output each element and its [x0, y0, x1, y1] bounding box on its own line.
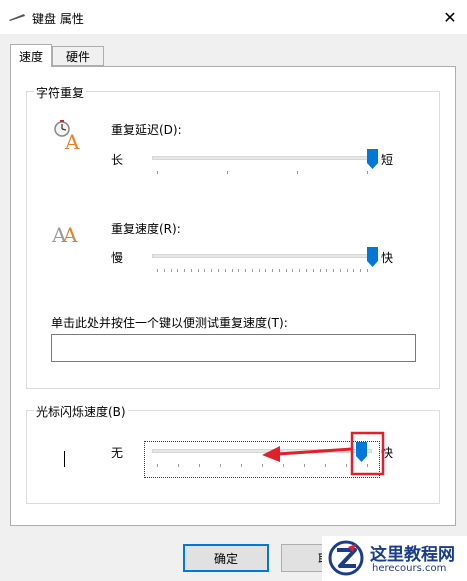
slider-tick: [367, 171, 368, 174]
repeat-test-label: 单击此处并按住一个键以便测试重复速度(T):: [51, 316, 288, 330]
cursor-blink-max-label: 快: [381, 446, 394, 460]
slider-tick: [211, 269, 212, 272]
slider-tick: [320, 269, 321, 272]
cursor-preview: [64, 451, 65, 467]
slider-tick: [245, 269, 246, 272]
repeat-delay-slider-track[interactable]: [152, 156, 372, 160]
tab-hardware[interactable]: 硬件: [52, 46, 104, 66]
repeat-delay-min-label: 长: [111, 153, 124, 167]
slider-tick: [325, 464, 326, 467]
slider-tick: [262, 464, 263, 467]
slider-tick: [326, 269, 327, 272]
slider-tick: [252, 269, 253, 272]
slider-tick: [227, 171, 228, 174]
slider-tick: [367, 464, 368, 467]
cursor-blink-legend: 光标闪烁速度(B): [34, 403, 128, 420]
slider-tick: [232, 269, 233, 272]
slider-tick: [259, 269, 260, 272]
watermark-title: 这里教程网: [370, 545, 455, 565]
svg-text:A: A: [64, 130, 80, 151]
window-title: 键盘 属性: [32, 12, 84, 26]
slider-tick: [191, 269, 192, 272]
slider-tick: [238, 269, 239, 272]
ok-button[interactable]: 确定: [183, 544, 269, 572]
slider-tick: [347, 269, 348, 272]
slider-tick: [279, 269, 280, 272]
repeat-delay-label: 重复延迟(D):: [111, 123, 182, 137]
repeat-rate-icon: A A: [52, 223, 78, 246]
watermark-url: herecours.com: [372, 563, 447, 574]
slider-tick: [178, 464, 179, 467]
close-icon: ✕: [443, 7, 457, 27]
slider-tick: [333, 269, 334, 272]
slider-tick: [220, 464, 221, 467]
slider-tick: [340, 269, 341, 272]
svg-text:A: A: [62, 223, 78, 246]
slider-tick: [157, 269, 158, 272]
slider-tick: [184, 269, 185, 272]
repeat-rate-slider-thumb[interactable]: [367, 247, 378, 267]
slider-tick: [265, 269, 266, 272]
slider-tick: [313, 269, 314, 272]
slider-tick: [204, 269, 205, 272]
slider-tick: [198, 269, 199, 272]
close-button[interactable]: ✕: [433, 0, 467, 34]
slider-tick: [272, 269, 273, 272]
tab-speed[interactable]: 速度: [10, 44, 52, 67]
slider-tick: [157, 171, 158, 174]
slider-tick: [241, 464, 242, 467]
cursor-blink-slider-track[interactable]: [152, 449, 372, 453]
slider-tick: [286, 269, 287, 272]
slider-tick: [304, 464, 305, 467]
keyboard-icon: [9, 14, 25, 21]
slider-tick: [157, 464, 158, 467]
slider-tick: [346, 464, 347, 467]
watermark: 这里教程网 herecours.com: [322, 536, 467, 581]
repeat-delay-slider-thumb[interactable]: [367, 149, 378, 169]
slider-tick: [292, 269, 293, 272]
slider-tick: [164, 269, 165, 272]
slider-tick: [360, 269, 361, 272]
watermark-logo-icon: [328, 540, 364, 576]
repeat-delay-icon: A: [54, 120, 80, 151]
char-repeat-legend: 字符重复: [34, 84, 87, 101]
slider-tick: [306, 269, 307, 272]
slider-tick: [283, 464, 284, 467]
slider-tick: [353, 269, 354, 272]
repeat-test-input[interactable]: [51, 334, 416, 362]
slider-tick: [199, 464, 200, 467]
repeat-rate-max-label: 快: [381, 251, 394, 265]
repeat-rate-min-label: 慢: [111, 251, 124, 265]
slider-tick: [218, 269, 219, 272]
slider-tick: [297, 171, 298, 174]
cursor-blink-min-label: 无: [111, 446, 124, 460]
slider-tick: [299, 269, 300, 272]
slider-tick: [171, 269, 172, 272]
slider-tick: [225, 269, 226, 272]
slider-tick: [177, 269, 178, 272]
cursor-blink-focus-rect: [144, 441, 380, 478]
slider-tick: [367, 269, 368, 272]
repeat-delay-max-label: 短: [381, 153, 394, 167]
repeat-rate-label: 重复速度(R):: [111, 222, 181, 236]
cursor-blink-slider-thumb[interactable]: [356, 442, 367, 462]
repeat-rate-slider-track[interactable]: [152, 254, 372, 258]
